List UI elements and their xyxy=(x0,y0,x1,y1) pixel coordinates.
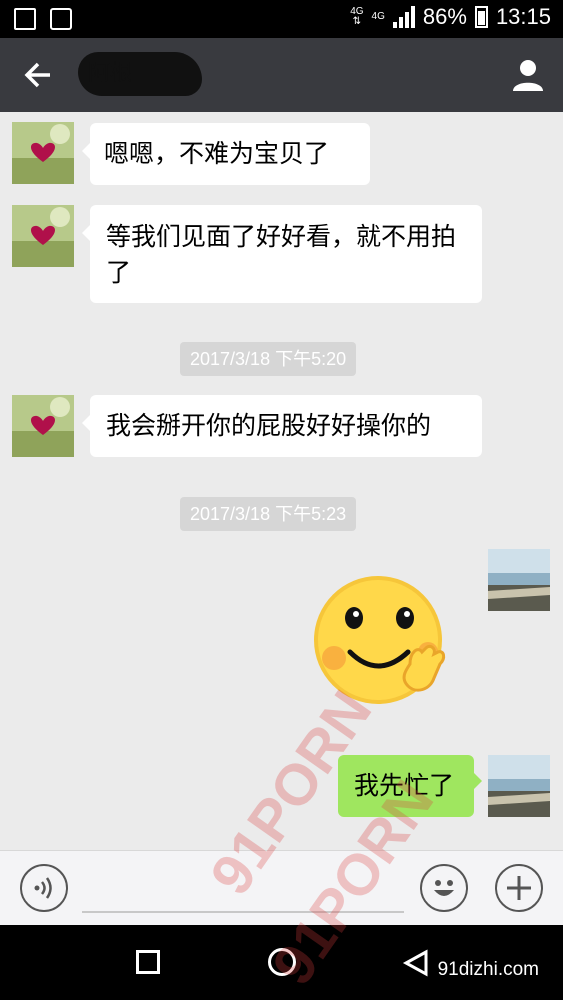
message-received[interactable]: 嗯嗯，不难为宝贝了 xyxy=(82,123,370,185)
recycle-notification-icon xyxy=(50,8,72,30)
voice-icon[interactable] xyxy=(20,864,68,912)
recent-apps-icon[interactable] xyxy=(136,950,160,974)
contact-avatar[interactable] xyxy=(12,122,74,184)
emoji-icon[interactable] xyxy=(420,864,468,912)
back-nav-icon[interactable] xyxy=(402,949,430,981)
user-avatar[interactable] xyxy=(488,755,550,817)
clock: 13:15 xyxy=(495,4,551,29)
user-avatar[interactable] xyxy=(488,549,550,611)
battery-percent: 86% xyxy=(422,4,467,29)
signal-icon xyxy=(392,6,415,28)
contact-name-redacted: 阿根 xyxy=(78,52,202,96)
person-icon[interactable] xyxy=(511,58,545,92)
status-bar: 4G ⇅ 4G 86% 13:15 xyxy=(0,0,563,38)
message-received[interactable]: 等我们见面了好好看，就不用拍了 xyxy=(82,205,482,303)
contact-avatar[interactable] xyxy=(12,395,74,457)
chat-area[interactable]: 嗯嗯，不难为宝贝了 等我们见面了好好看，就不用拍了 2017/3/18 下午5:… xyxy=(0,112,563,850)
plus-icon[interactable] xyxy=(495,864,543,912)
chat-header: 阿根 xyxy=(0,38,563,112)
arrow-left-icon[interactable] xyxy=(20,56,58,94)
network-indicator: 4G ⇅ xyxy=(350,6,364,27)
message-timestamp: 2017/3/18 下午5:20 xyxy=(180,342,357,376)
network-indicator-2: 4G xyxy=(371,11,385,22)
message-timestamp: 2017/3/18 下午5:23 xyxy=(180,497,357,531)
contact-avatar[interactable] xyxy=(12,205,74,267)
gallery-notification-icon xyxy=(14,8,36,30)
message-received[interactable]: 我会掰开你的屁股好好操你的 xyxy=(82,395,482,457)
battery-icon xyxy=(474,6,488,28)
watermark-site: 91dizhi.com xyxy=(437,959,539,980)
